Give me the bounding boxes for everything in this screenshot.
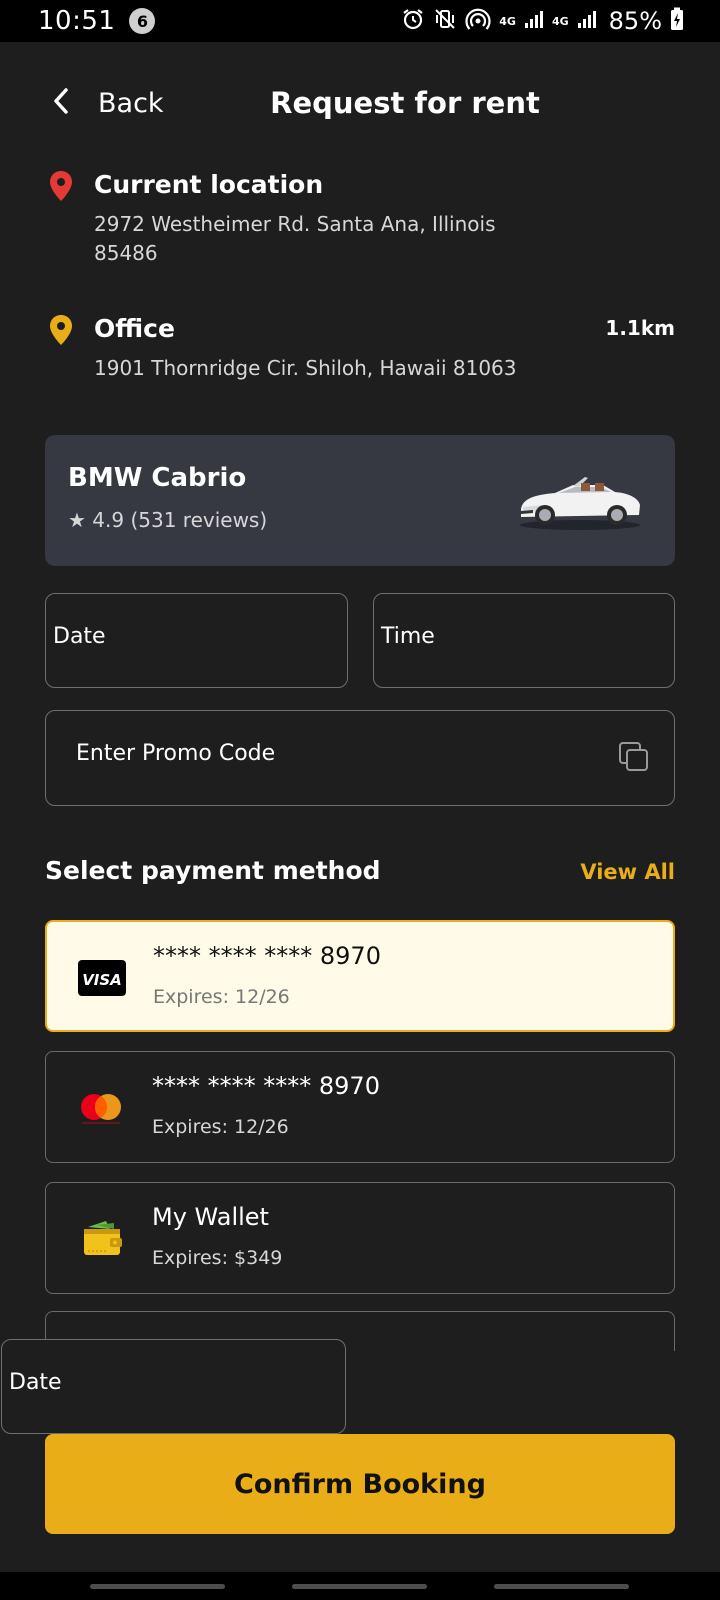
card-number: **** **** **** 8970 <box>152 1072 380 1100</box>
card-expiry: Expires: 12/26 <box>152 1116 289 1138</box>
visa-logo-icon: VISA <box>77 958 127 998</box>
dropoff-title: Office <box>94 314 175 343</box>
time-label: Time <box>381 624 435 649</box>
back-label: Back <box>98 87 164 119</box>
car-rating: ★ 4.9 (531 reviews) <box>68 508 268 532</box>
status-icons: 4G 4G 85% <box>401 7 684 35</box>
vibrate-off-icon <box>433 7 457 35</box>
copy-icon[interactable] <box>618 741 650 777</box>
signal-icon <box>524 9 544 33</box>
distance-label: 1.1km <box>605 316 675 340</box>
signal-icon-secondary <box>577 9 597 33</box>
chevron-left-icon <box>50 86 72 120</box>
dropoff-location: Office 1.1km 1901 Thornridge Cir. Shiloh… <box>48 314 675 394</box>
notification-count-badge: 6 <box>129 8 156 34</box>
back-button[interactable]: Back <box>50 78 164 128</box>
payment-method-wallet[interactable]: My Wallet Expires: $349 <box>45 1182 675 1294</box>
date-field[interactable]: Date <box>45 593 348 688</box>
pickup-address: 2972 Westheimer Rd. Santa Ana, Illinois … <box>94 212 496 265</box>
network-type-a: 4G <box>499 14 516 28</box>
pickup-location: Current location 2972 Westheimer Rd. San… <box>48 170 675 280</box>
payment-method-mastercard[interactable]: **** **** **** 8970 Expires: 12/26 <box>45 1051 675 1163</box>
floating-date-label: Date <box>9 1370 62 1395</box>
dropoff-address: 1901 Thornridge Cir. Shiloh, Hawaii 8106… <box>94 356 517 380</box>
nav-recents-handle[interactable] <box>90 1584 225 1589</box>
payment-method-visa[interactable]: VISA **** **** **** 8970 Expires: 12/26 <box>45 920 675 1032</box>
office-pin-icon <box>48 314 74 350</box>
status-time: 10:51 <box>38 6 116 36</box>
status-bar: 10:51 6 4G 4G 85% <box>0 0 720 42</box>
date-label: Date <box>53 624 106 649</box>
alarm-icon <box>401 7 425 35</box>
car-card[interactable]: BMW Cabrio ★ 4.9 (531 reviews) <box>45 435 675 566</box>
confirm-booking-button[interactable]: Confirm Booking <box>45 1434 675 1534</box>
header: Request for rent Back <box>0 78 720 128</box>
map-pin-icon <box>48 170 74 206</box>
payment-heading: Select payment method <box>45 856 381 885</box>
visa-logo-text: VISA <box>82 971 122 989</box>
card-expiry: Expires: 12/26 <box>153 986 290 1008</box>
wallet-balance: Expires: $349 <box>152 1247 283 1269</box>
floating-date-field[interactable]: Date <box>1 1339 346 1434</box>
car-image <box>515 465 645 539</box>
system-nav-bar <box>0 1572 720 1600</box>
time-field[interactable]: Time <box>373 593 675 688</box>
car-name: BMW Cabrio <box>68 463 247 493</box>
network-type-b: 4G <box>551 14 569 28</box>
nav-back-handle[interactable] <box>494 1584 629 1589</box>
promo-placeholder: Enter Promo Code <box>76 741 276 766</box>
nav-home-handle[interactable] <box>292 1584 427 1589</box>
battery-percentage: 85% <box>608 7 662 35</box>
pickup-title: Current location <box>94 170 324 199</box>
hotspot-icon <box>465 7 491 35</box>
mastercard-logo-icon <box>76 1088 126 1128</box>
view-all-link[interactable]: View All <box>580 860 675 884</box>
wallet-icon <box>76 1219 126 1259</box>
wallet-name: My Wallet <box>152 1203 269 1231</box>
battery-charging-icon <box>670 7 684 35</box>
card-number: **** **** **** 8970 <box>153 942 381 970</box>
promo-code-input[interactable]: Enter Promo Code <box>45 710 675 806</box>
